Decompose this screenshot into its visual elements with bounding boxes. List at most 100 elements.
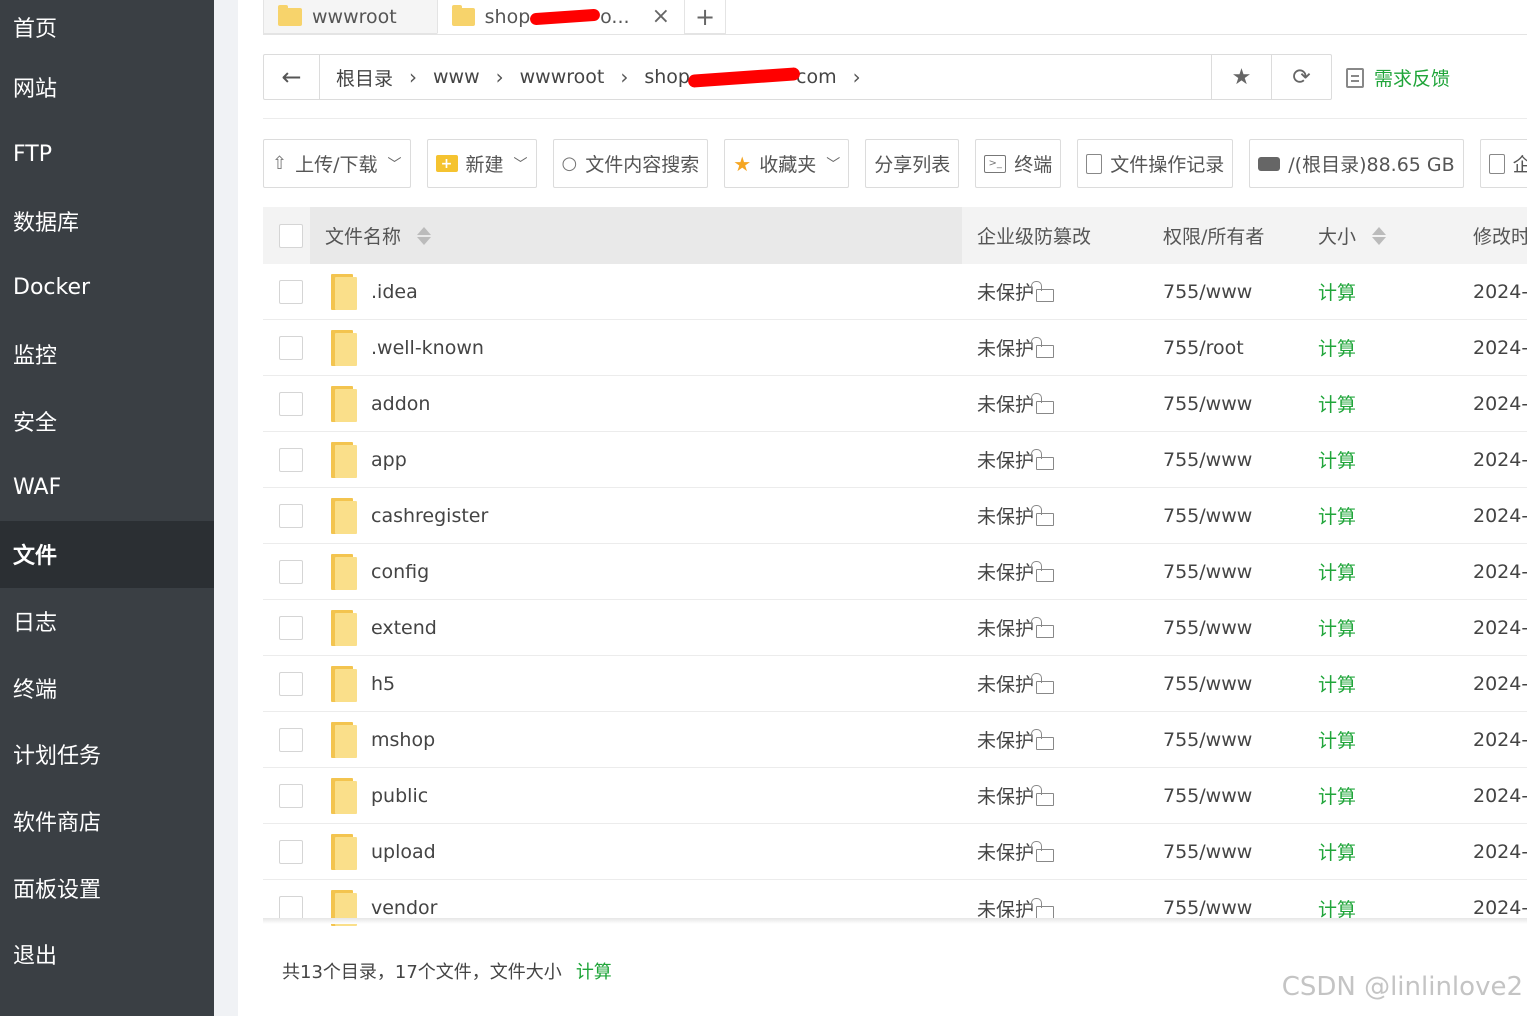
file-name-cell[interactable]: upload [325,833,436,870]
sidebar-item-docker[interactable]: Docker [0,254,214,321]
sidebar-item-home[interactable]: 首页 [0,0,214,54]
permission-owner[interactable]: 755/www [1163,449,1252,471]
sidebar-item-store[interactable]: 软件商店 [0,788,214,855]
breadcrumb-item-root[interactable]: 根目录 [330,64,399,91]
file-name[interactable]: cashregister [371,505,488,527]
row-checkbox[interactable] [279,447,303,472]
file-name-cell[interactable]: extend [325,609,437,646]
file-name[interactable]: h5 [371,673,395,695]
sidebar-item-database[interactable]: 数据库 [0,187,214,254]
upload-download-button[interactable]: ⇧ 上传/下载 ﹀ [263,139,411,188]
file-name-cell[interactable]: public [325,777,428,814]
permission-owner[interactable]: 755/www [1163,617,1252,639]
lock-icon[interactable] [1031,729,1055,750]
permission-owner[interactable]: 755/www [1163,673,1252,695]
lock-icon[interactable] [1031,841,1055,862]
table-row[interactable]: cashregister 未保护 755/www 计算 2024- [263,488,1527,544]
file-name[interactable]: extend [371,617,437,639]
favorites-button[interactable]: ★ 收藏夹 ﹀ [724,139,850,188]
close-icon[interactable]: × [652,4,670,29]
sidebar-item-logs[interactable]: 日志 [0,588,214,655]
sidebar-item-security[interactable]: 安全 [0,387,214,454]
header-name[interactable]: 文件名称 [325,222,432,249]
sidebar-item-logout[interactable]: 退出 [0,921,214,988]
refresh-icon[interactable]: ⟳ [1271,55,1331,99]
size-calc-link[interactable]: 计算 [1318,614,1356,641]
size-calc-link[interactable]: 计算 [1318,334,1356,361]
size-calc-link[interactable]: 计算 [1318,446,1356,473]
sidebar-item-monitor[interactable]: 监控 [0,321,214,388]
row-checkbox[interactable] [279,615,303,640]
new-button[interactable]: + 新建 ﹀ [426,139,537,188]
sidebar-item-terminal[interactable]: 终端 [0,654,214,721]
file-name-cell[interactable]: config [325,553,429,590]
file-name-cell[interactable]: .idea [325,273,418,310]
file-name-cell[interactable]: addon [325,385,430,422]
permission-owner[interactable]: 755/www [1163,561,1252,583]
lock-icon[interactable] [1031,785,1055,806]
row-checkbox[interactable] [279,896,303,920]
tab-wwwroot[interactable]: wwwroot [263,0,438,34]
lock-icon[interactable] [1031,561,1055,582]
sidebar-item-ftp[interactable]: FTP [0,121,214,188]
enterprise-button[interactable]: 企业 [1479,139,1527,188]
file-name[interactable]: upload [371,841,436,863]
permission-owner[interactable]: 755/www [1163,785,1252,807]
sidebar-item-files[interactable]: 文件 [0,520,214,588]
row-checkbox[interactable] [279,671,303,696]
permission-owner[interactable]: 755/www [1163,393,1252,415]
lock-icon[interactable] [1031,337,1055,358]
lock-icon[interactable] [1031,449,1055,470]
breadcrumb-item-www[interactable]: www [427,66,486,88]
sidebar-item-website[interactable]: 网站 [0,54,214,121]
file-name-cell[interactable]: cashregister [325,497,488,534]
size-calc-link[interactable]: 计算 [1318,278,1356,305]
permission-owner[interactable]: 755/www [1163,729,1252,751]
lock-icon[interactable] [1031,617,1055,638]
lock-icon[interactable] [1031,393,1055,414]
file-name[interactable]: config [371,561,429,583]
row-checkbox[interactable] [279,335,303,360]
permission-owner[interactable]: 755/www [1163,281,1252,303]
size-calc-link[interactable]: 计算 [1318,670,1356,697]
disk-button[interactable]: /(根目录)88.65 GB [1249,139,1464,188]
table-row[interactable]: addon 未保护 755/www 计算 2024- [263,376,1527,432]
file-name[interactable]: app [371,449,407,471]
table-row[interactable]: h5 未保护 755/www 计算 2024- [263,656,1527,712]
file-name-cell[interactable]: app [325,441,407,478]
file-name-cell[interactable]: .well-known [325,329,484,366]
file-name[interactable]: vendor [371,897,437,919]
table-row[interactable]: app 未保护 755/www 计算 2024- [263,432,1527,488]
permission-owner[interactable]: 755/root [1163,337,1244,359]
breadcrumb-item-shop[interactable]: shop. com [638,66,842,88]
feedback-link[interactable]: 需求反馈 [1346,64,1450,91]
permission-owner[interactable]: 755/www [1163,897,1252,919]
permission-owner[interactable]: 755/www [1163,841,1252,863]
file-name[interactable]: public [371,785,428,807]
file-name-cell[interactable]: mshop [325,721,435,758]
header-size[interactable]: 大小 [1318,222,1387,249]
size-calc-link[interactable]: 计算 [1318,726,1356,753]
select-all-checkbox[interactable] [279,223,303,248]
row-checkbox[interactable] [279,391,303,416]
sidebar-item-waf[interactable]: WAF [0,454,214,521]
file-name[interactable]: addon [371,393,430,415]
back-arrow-icon[interactable]: ← [264,55,320,99]
size-calc-link[interactable]: 计算 [1318,558,1356,585]
table-row[interactable]: mshop 未保护 755/www 计算 2024- [263,712,1527,768]
permission-owner[interactable]: 755/www [1163,505,1252,527]
file-name[interactable]: mshop [371,729,435,751]
operation-log-button[interactable]: 文件操作记录 [1077,139,1234,188]
table-row[interactable]: .idea 未保护 755/www 计算 2024- [263,264,1527,320]
lock-icon[interactable] [1031,281,1055,302]
table-row[interactable]: public 未保护 755/www 计算 2024- [263,768,1527,824]
row-checkbox[interactable] [279,727,303,752]
table-row[interactable]: upload 未保护 755/www 计算 2024- [263,824,1527,880]
size-calc-link[interactable]: 计算 [1318,502,1356,529]
row-checkbox[interactable] [279,559,303,584]
table-row[interactable]: .well-known 未保护 755/root 计算 2024- [263,320,1527,376]
lock-icon[interactable] [1031,505,1055,526]
header-modified[interactable]: 修改时 [1473,222,1527,249]
row-checkbox[interactable] [279,783,303,808]
size-calc-link[interactable]: 计算 [1318,782,1356,809]
